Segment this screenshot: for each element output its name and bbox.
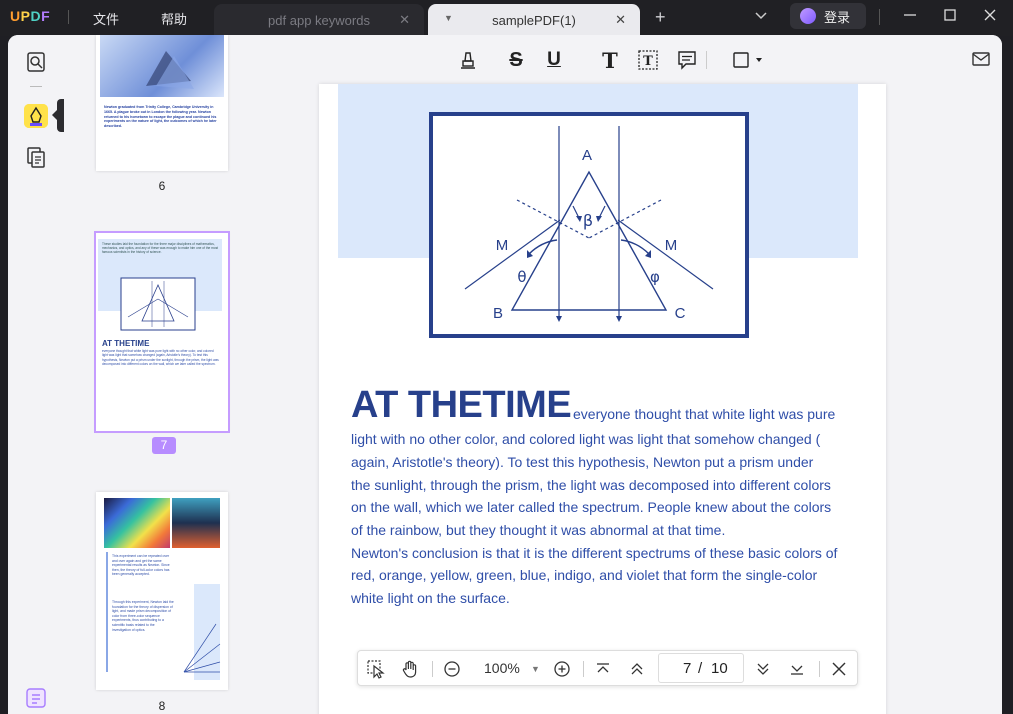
zoom-dropdown-icon[interactable]: ▼ bbox=[531, 664, 540, 674]
body-line: white light on the surface. bbox=[351, 590, 510, 606]
svg-text:T: T bbox=[643, 54, 653, 69]
page-number-6: 6 bbox=[158, 179, 166, 193]
thumbnail-photo bbox=[172, 498, 220, 548]
minimize-icon[interactable] bbox=[902, 7, 918, 23]
tab-label: samplePDF(1) bbox=[492, 12, 576, 28]
thumbnail-text: This experiment can be repeated over and… bbox=[112, 554, 170, 577]
document-area: S U T T A β M M θ φ B C AT THETIME every… bbox=[270, 35, 958, 714]
left-sidebar bbox=[8, 35, 64, 714]
next-page-icon[interactable] bbox=[753, 659, 773, 679]
total-pages: 10 bbox=[711, 660, 728, 677]
diagram-label-phi: φ bbox=[650, 268, 660, 286]
thumbnail-spectrum-image bbox=[104, 498, 170, 548]
tab-label: pdf app keywords bbox=[268, 12, 370, 28]
diagram-label-a: A bbox=[582, 147, 592, 164]
page-navigation-bar: 100% ▼ 7 / 10 bbox=[357, 650, 858, 686]
menu-help[interactable]: 帮助 bbox=[161, 9, 187, 28]
diagram-label-beta: β bbox=[583, 211, 593, 230]
shape-dropdown-icon[interactable] bbox=[732, 49, 766, 71]
body-line: the sunlight, through the prism, the lig… bbox=[351, 477, 831, 493]
nav-separator bbox=[432, 661, 433, 677]
thumbnail-prism-diagram bbox=[120, 277, 196, 331]
bottom-panel-icon[interactable] bbox=[24, 686, 48, 710]
sidebar-divider bbox=[30, 86, 42, 87]
toolbar-separator bbox=[706, 51, 707, 69]
thumbnail-heading: AT THETIME bbox=[102, 339, 150, 348]
nav-separator bbox=[583, 661, 584, 677]
body-line: light with no other color, and colored l… bbox=[351, 431, 821, 447]
strikethrough-icon[interactable]: S bbox=[505, 49, 527, 71]
page-separator: / bbox=[698, 660, 703, 677]
thumbnail-prism-image bbox=[146, 51, 194, 89]
current-page: 7 bbox=[683, 660, 692, 677]
page-number-8: 8 bbox=[158, 699, 166, 713]
thumbnail-text: Newton graduated from Trinity College, C… bbox=[104, 105, 217, 129]
page-heading: AT THETIME bbox=[351, 384, 572, 426]
tab-pdf-app-keywords[interactable]: pdf app keywords ✕ bbox=[214, 4, 424, 36]
body-line: on the wall, which we later called the s… bbox=[351, 499, 832, 515]
body-line: of the rainbow, but they thought it was … bbox=[351, 522, 726, 538]
close-icon[interactable]: ✕ bbox=[399, 12, 410, 28]
app-window: 注释 Newton graduated from Trinity College… bbox=[8, 35, 1002, 714]
thumbnail-panel[interactable]: Newton graduated from Trinity College, C… bbox=[64, 35, 270, 714]
pdf-page: A β M M θ φ B C AT THETIME everyone thou… bbox=[319, 84, 886, 714]
tab-sample-pdf[interactable]: ▼ samplePDF(1) ✕ bbox=[428, 4, 640, 36]
nav-separator bbox=[819, 661, 820, 677]
title-bar: UPDF 文件 帮助 pdf app keywords ✕ ▼ samplePD… bbox=[0, 0, 1013, 36]
pages-icon[interactable] bbox=[24, 145, 48, 169]
sticky-note-icon[interactable] bbox=[676, 49, 698, 71]
body-line: again, Aristotle's theory). To test this… bbox=[351, 454, 814, 470]
page-number-7: 7 bbox=[152, 437, 176, 454]
diagram-label-m-right: M bbox=[665, 237, 678, 254]
mail-icon[interactable] bbox=[972, 51, 990, 67]
zoom-out-icon[interactable] bbox=[442, 659, 462, 679]
right-sidebar bbox=[958, 35, 1002, 714]
first-page-icon[interactable] bbox=[593, 659, 613, 679]
login-button[interactable]: 登录 bbox=[790, 3, 866, 29]
diagram-label-b: B bbox=[493, 305, 503, 322]
close-icon[interactable]: ✕ bbox=[615, 12, 626, 28]
diagram-label-theta: θ bbox=[517, 268, 526, 286]
body-line: red, orange, yellow, green, blue, indigo… bbox=[351, 567, 818, 583]
prism-diagram: A β M M θ φ B C bbox=[429, 112, 749, 338]
avatar-icon bbox=[800, 8, 816, 24]
text-icon[interactable]: T bbox=[599, 48, 621, 73]
thumbnail-page-7[interactable]: These studies laid the foundation for th… bbox=[94, 231, 230, 433]
underline-icon[interactable]: U bbox=[543, 49, 565, 71]
text-box-icon[interactable]: T bbox=[637, 49, 659, 71]
app-logo: UPDF bbox=[10, 8, 51, 24]
chevron-down-icon[interactable] bbox=[754, 9, 768, 23]
zoom-level[interactable]: 100% bbox=[484, 660, 520, 676]
close-icon[interactable] bbox=[829, 659, 849, 679]
body-line: Newton's conclusion is that it is the di… bbox=[351, 545, 838, 561]
thumbnail-prism-sketch bbox=[183, 584, 221, 680]
comment-toolbar: S U T T bbox=[270, 35, 958, 85]
thumbnail-page-8[interactable]: This experiment can be repeated over and… bbox=[96, 492, 228, 690]
thumbnail-text: These studies laid the foundation for th… bbox=[102, 242, 219, 255]
close-window-icon[interactable] bbox=[982, 7, 998, 23]
search-icon[interactable] bbox=[24, 50, 48, 74]
hand-tool-icon[interactable] bbox=[400, 659, 420, 679]
highlight-icon[interactable] bbox=[457, 49, 479, 71]
last-page-icon[interactable] bbox=[787, 659, 807, 679]
new-tab-icon[interactable]: + bbox=[655, 7, 666, 28]
thumbnail-text: everyone thought that white light was pu… bbox=[102, 349, 219, 367]
diagram-label-c: C bbox=[675, 305, 686, 322]
select-cursor-icon[interactable] bbox=[366, 659, 386, 679]
title-separator bbox=[68, 10, 69, 24]
comment-highlighter-icon[interactable] bbox=[24, 104, 48, 128]
previous-page-icon[interactable] bbox=[627, 659, 647, 679]
page-number-input[interactable]: 7 / 10 bbox=[658, 653, 744, 683]
login-label: 登录 bbox=[824, 9, 851, 25]
body-line: everyone thought that white light was pu… bbox=[573, 406, 836, 422]
thumbnail-page-6[interactable]: Newton graduated from Trinity College, C… bbox=[96, 35, 228, 171]
zoom-in-icon[interactable] bbox=[552, 659, 572, 679]
maximize-icon[interactable] bbox=[942, 7, 958, 23]
diagram-label-m-left: M bbox=[496, 237, 509, 254]
thumbnail-text: Through this experiment, Newton laid the… bbox=[112, 600, 174, 632]
menu-file[interactable]: 文件 bbox=[93, 9, 119, 28]
title-separator bbox=[879, 9, 880, 25]
